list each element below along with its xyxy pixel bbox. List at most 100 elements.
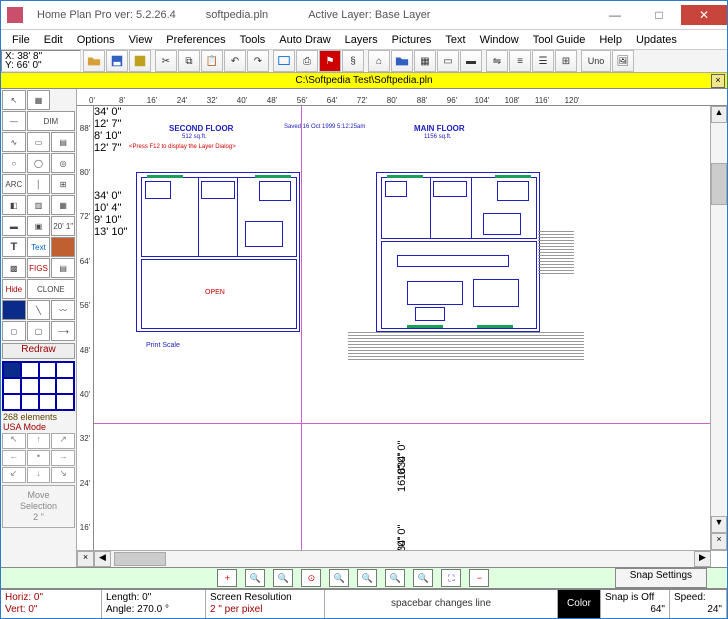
tool-hide-button[interactable]: Hide xyxy=(2,279,26,299)
horizontal-scrollbar[interactable]: × ◀ ▶ xyxy=(77,550,727,567)
tool-grid2-icon[interactable]: ▦ xyxy=(51,195,75,215)
scroll-right-icon[interactable]: ▶ xyxy=(694,551,711,567)
scroll-x-close-icon[interactable]: × xyxy=(77,551,94,567)
tool-circle-icon[interactable]: ○ xyxy=(2,153,26,173)
toolbar-house-icon[interactable]: ⌂ xyxy=(368,50,390,72)
tool-polyline-icon[interactable]: ∿ xyxy=(2,132,26,152)
swatch[interactable] xyxy=(21,394,39,410)
toolbar-paste-icon[interactable]: 📋 xyxy=(201,50,223,72)
drawing-canvas[interactable]: SECOND FLOOR 512 sq.ft. <Press F12 to di… xyxy=(94,106,710,550)
swatch[interactable] xyxy=(21,362,39,378)
swatch[interactable] xyxy=(39,362,57,378)
tool-texture-icon[interactable] xyxy=(51,237,75,257)
zoom-fit-icon[interactable]: ⛶ xyxy=(441,569,461,587)
tool-grid3-icon[interactable]: ▩ xyxy=(2,258,26,278)
maximize-button[interactable]: □ xyxy=(637,5,681,25)
tool-rect-icon[interactable]: ▭ xyxy=(27,132,51,152)
nudge-nw-icon[interactable]: ↖ xyxy=(2,433,26,449)
tool-select-icon[interactable]: ↖ xyxy=(2,90,26,110)
menu-layers[interactable]: Layers xyxy=(338,32,385,48)
tool-plan-icon[interactable]: ▥ xyxy=(27,195,51,215)
menu-auto-draw[interactable]: Auto Draw xyxy=(272,32,337,48)
vertical-scrollbar[interactable]: ▲ ▼ × xyxy=(710,106,727,550)
toolbar-save-icon[interactable] xyxy=(106,50,128,72)
nudge-ne-icon[interactable]: ↗ xyxy=(51,433,75,449)
scroll-thumb-h[interactable] xyxy=(114,552,166,566)
swatch[interactable] xyxy=(39,378,57,394)
toolbar-fliph-icon[interactable]: ⇋ xyxy=(486,50,508,72)
tool-detail-icon[interactable]: ▣ xyxy=(27,216,51,236)
menu-preferences[interactable]: Preferences xyxy=(159,32,232,48)
zoom-out-4-icon[interactable]: 🔍 xyxy=(413,569,433,587)
toolbar-picture-icon[interactable]: 🖼 xyxy=(612,50,634,72)
close-button[interactable]: ✕ xyxy=(681,5,727,25)
tool-figs-button[interactable]: FIGS xyxy=(27,258,51,278)
tool-frame-icon[interactable]: ▢ xyxy=(27,321,51,341)
toolbar-script-icon[interactable]: § xyxy=(342,50,364,72)
tool-marquee-icon[interactable]: ▦ xyxy=(27,90,51,110)
zoom-out-3-icon[interactable]: 🔍 xyxy=(385,569,405,587)
nudge-sw-icon[interactable]: ↙ xyxy=(2,467,26,483)
tool-text-icon[interactable]: T xyxy=(2,237,26,257)
toolbar-book-icon[interactable] xyxy=(129,50,151,72)
nudge-n-icon[interactable]: ↑ xyxy=(27,433,51,449)
swatch[interactable] xyxy=(21,378,39,394)
toolbar-stack-icon[interactable]: ≡ xyxy=(509,50,531,72)
tool-clone-button[interactable]: CLONE xyxy=(27,279,75,299)
swatch[interactable] xyxy=(39,394,57,410)
toolbar-print-icon[interactable]: ⎙ xyxy=(296,50,318,72)
tool-extend-icon[interactable]: ⟶ xyxy=(51,321,75,341)
menu-text[interactable]: Text xyxy=(438,32,472,48)
tool-path-icon[interactable]: ╲ xyxy=(27,300,51,320)
tool-stairs-icon[interactable]: ▤ xyxy=(51,258,75,278)
menu-tools[interactable]: Tools xyxy=(233,32,273,48)
menu-view[interactable]: View xyxy=(122,32,160,48)
tool-line-icon[interactable]: — xyxy=(2,111,26,131)
toolbar-undo-icon[interactable]: ↶ xyxy=(224,50,246,72)
swatch[interactable] xyxy=(3,362,21,378)
menu-window[interactable]: Window xyxy=(473,32,526,48)
tool-door-icon[interactable]: ◧ xyxy=(2,195,26,215)
tool-vline-icon[interactable]: │ xyxy=(27,174,51,194)
menu-options[interactable]: Options xyxy=(70,32,122,48)
zoom-in-2-icon[interactable]: 🔍 xyxy=(273,569,293,587)
toolbar-open-icon[interactable] xyxy=(83,50,105,72)
zoom-center-icon[interactable]: ⊙ xyxy=(301,569,321,587)
tool-text-button[interactable]: Text xyxy=(27,237,51,257)
menu-edit[interactable]: Edit xyxy=(37,32,70,48)
nudge-center-icon[interactable]: • xyxy=(27,450,51,466)
toolbar-align-icon[interactable]: ⊞ xyxy=(555,50,577,72)
swatch[interactable] xyxy=(3,394,21,410)
swatch[interactable] xyxy=(56,394,74,410)
toolbar-wall-icon[interactable]: ▬ xyxy=(460,50,482,72)
scroll-corner-x-icon[interactable]: × xyxy=(711,533,727,550)
toolbar-uno-button[interactable]: Uno xyxy=(581,50,611,72)
tool-target-icon[interactable]: ◻ xyxy=(2,321,26,341)
tool-arc-button[interactable]: ARC xyxy=(2,174,26,194)
tool-fill-icon[interactable] xyxy=(2,300,26,320)
scroll-down-icon[interactable]: ▼ xyxy=(711,516,727,533)
toolbar-cut-icon[interactable]: ✂ xyxy=(155,50,177,72)
swatch[interactable] xyxy=(3,378,21,394)
nudge-s-icon[interactable]: ↓ xyxy=(27,467,51,483)
status-color-button[interactable]: Color xyxy=(558,590,601,618)
zoom-out-2-icon[interactable]: 🔍 xyxy=(357,569,377,587)
menu-file[interactable]: File xyxy=(5,32,37,48)
zoom-plus-red-icon[interactable]: + xyxy=(217,569,237,587)
tool-wall-icon[interactable]: ▬ xyxy=(2,216,26,236)
snap-settings-button[interactable]: Snap Settings xyxy=(615,568,707,588)
scroll-up-icon[interactable]: ▲ xyxy=(711,106,727,123)
toolbar-redo-icon[interactable]: ↷ xyxy=(247,50,269,72)
toolbar-layers-icon[interactable]: ☰ xyxy=(532,50,554,72)
tool-window-icon[interactable]: ⊞ xyxy=(51,174,75,194)
tool-ring-icon[interactable]: ◎ xyxy=(51,153,75,173)
toolbar-grid-icon[interactable]: ▦ xyxy=(414,50,436,72)
nudge-se-icon[interactable]: ↘ xyxy=(51,467,75,483)
menu-tool-guide[interactable]: Tool Guide xyxy=(526,32,593,48)
scroll-thumb-v[interactable] xyxy=(711,163,727,205)
toolbar-copy-icon[interactable]: ⧉ xyxy=(178,50,200,72)
tool-dim-button[interactable]: DIM xyxy=(27,111,75,131)
menu-pictures[interactable]: Pictures xyxy=(385,32,439,48)
nudge-e-icon[interactable]: → xyxy=(51,450,75,466)
zoom-minus-red-icon[interactable]: − xyxy=(469,569,489,587)
